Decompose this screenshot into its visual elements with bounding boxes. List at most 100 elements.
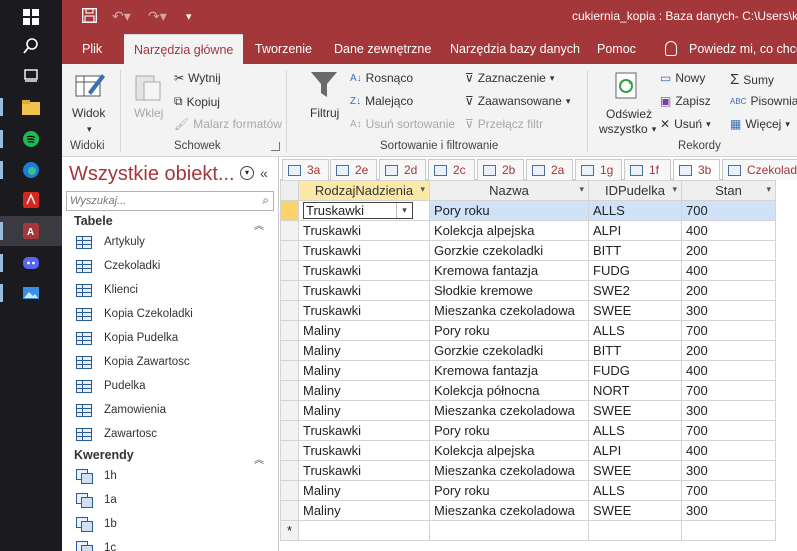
table-row[interactable]: Truskawki Mieszanka czekoladowa SWEE 300 [280, 460, 776, 481]
table-cell[interactable]: Mieszanka czekoladowa [429, 300, 589, 321]
save-icon[interactable] [82, 8, 97, 26]
table-cell[interactable]: Kolekcja północna [429, 380, 589, 401]
new-record-row[interactable]: * [280, 520, 776, 541]
table-cell[interactable] [298, 520, 430, 541]
column-header[interactable]: Nazwa ▾ [429, 180, 589, 201]
redo-icon[interactable]: ↷▾ [148, 8, 167, 25]
table-row[interactable]: Truskawki Gorzkie czekoladki BITT 200 [280, 240, 776, 261]
nav-query-item[interactable]: 1h [76, 465, 117, 487]
table-cell[interactable]: ALLS [588, 420, 682, 441]
table-row[interactable]: Truskawki Mieszanka czekoladowa SWEE 300 [280, 300, 776, 321]
table-cell[interactable]: Maliny [298, 480, 430, 501]
table-row[interactable]: Maliny Gorzkie czekoladki BITT 200 [280, 340, 776, 361]
table-cell[interactable]: Truskawki [298, 260, 430, 281]
file-explorer-icon[interactable] [0, 92, 62, 122]
object-tab[interactable]: 1g [575, 159, 622, 180]
table-cell[interactable]: 400 [681, 440, 776, 461]
table-cell[interactable]: 200 [681, 240, 776, 261]
chevron-down-icon[interactable]: ▾ [396, 203, 412, 219]
table-cell[interactable]: Kremowa fantazja [429, 360, 589, 381]
customize-quick-access-icon[interactable]: ▾ [186, 10, 192, 23]
table-cell[interactable]: ALLS [588, 200, 682, 221]
spelling-button[interactable]: ABC Pisownia [730, 94, 797, 108]
view-button[interactable]: Widok [72, 106, 105, 120]
table-cell[interactable]: 400 [681, 220, 776, 241]
object-tab[interactable]: 1f [624, 159, 671, 180]
chevron-down-icon[interactable]: ▾ [766, 184, 771, 195]
table-cell[interactable]: Pory roku [429, 480, 589, 501]
nav-table-item[interactable]: Klienci [76, 279, 138, 301]
tell-me-search[interactable]: Powiedz mi, co chce [689, 34, 797, 64]
acrobat-icon[interactable] [0, 185, 62, 215]
table-cell[interactable]: 700 [681, 480, 776, 501]
table-cell[interactable]: ALPI [588, 220, 682, 241]
nav-section-tables[interactable]: Tabele [74, 214, 113, 228]
save-record-button[interactable]: ▣ Zapisz [660, 94, 711, 108]
table-row[interactable]: Maliny Mieszanka czekoladowa SWEE 300 [280, 500, 776, 521]
record-selector[interactable] [280, 280, 299, 301]
tab-plik[interactable]: Plik [82, 34, 102, 64]
table-cell[interactable]: Mieszanka czekoladowa [429, 400, 589, 421]
collapse-queries-icon[interactable]: ︽ [254, 451, 264, 466]
table-cell[interactable]: Kolekcja alpejska [429, 220, 589, 241]
table-cell[interactable]: Maliny [298, 400, 430, 421]
table-cell[interactable]: Pory roku [429, 420, 589, 441]
table-cell[interactable]: Maliny [298, 360, 430, 381]
nav-table-item[interactable]: Zamowienia [76, 399, 166, 421]
windows-start-icon[interactable] [0, 2, 62, 32]
record-selector[interactable] [280, 400, 299, 421]
copy-button[interactable]: ⧉ Kopiuj [174, 94, 220, 109]
nav-table-item[interactable]: Pudelka [76, 375, 146, 397]
table-cell[interactable]: 700 [681, 380, 776, 401]
table-row[interactable]: Truskawki ▾ Pory roku ALLS 700 [280, 200, 776, 221]
tab-tworzenie[interactable]: Tworzenie [255, 34, 312, 64]
table-cell[interactable]: BITT [588, 240, 682, 261]
column-header[interactable]: IDPudelka ▾ [588, 180, 682, 201]
object-tab[interactable]: Czekolad [722, 159, 797, 180]
nav-search-input[interactable] [67, 192, 253, 210]
edge-icon[interactable] [0, 155, 62, 185]
record-selector[interactable] [280, 320, 299, 341]
table-cell[interactable]: Maliny [298, 320, 430, 341]
table-cell[interactable]: NORT [588, 380, 682, 401]
nav-section-queries[interactable]: Kwerendy [74, 448, 134, 462]
object-tab[interactable]: 2c [428, 159, 475, 180]
record-selector[interactable] [280, 360, 299, 381]
undo-icon[interactable]: ↶▾ [112, 8, 131, 25]
object-tab-active[interactable]: 3b [673, 159, 720, 180]
tab-narzedzia-glowne[interactable]: Narzędzia główne [124, 34, 244, 64]
collapse-tables-icon[interactable]: ︽ [254, 217, 264, 232]
refresh-icon[interactable] [614, 72, 640, 100]
filter-button[interactable]: Filtruj [310, 106, 339, 120]
table-cell[interactable]: 200 [681, 280, 776, 301]
nav-query-item[interactable]: 1a [76, 489, 117, 511]
object-tab[interactable]: 2d [379, 159, 426, 180]
table-cell[interactable]: 700 [681, 200, 776, 221]
column-header[interactable]: RodzajNadzienia ▾ [298, 180, 430, 201]
table-cell[interactable]: Maliny [298, 500, 430, 521]
table-cell[interactable]: Truskawki ▾ [298, 200, 430, 221]
table-cell[interactable]: 300 [681, 460, 776, 481]
more-button[interactable]: ▦ Więcej ▾ [730, 117, 790, 131]
sort-ascending-button[interactable]: A↓ Rosnąco [350, 71, 413, 85]
record-selector[interactable] [280, 340, 299, 361]
record-selector[interactable] [280, 200, 299, 221]
table-row[interactable]: Truskawki Kremowa fantazja FUDG 400 [280, 260, 776, 281]
new-record-marker[interactable]: * [280, 520, 299, 541]
table-row[interactable]: Truskawki Pory roku ALLS 700 [280, 420, 776, 441]
search-icon[interactable] [0, 31, 62, 61]
table-cell[interactable]: Truskawki [298, 460, 430, 481]
table-cell[interactable]: Pory roku [429, 320, 589, 341]
table-row[interactable]: Truskawki Kolekcja alpejska ALPI 400 [280, 440, 776, 461]
table-cell[interactable]: SWEE [588, 460, 682, 481]
nav-table-item[interactable]: Kopia Pudelka [76, 327, 178, 349]
photos-icon[interactable] [0, 278, 62, 308]
table-cell[interactable]: Truskawki [298, 220, 430, 241]
new-record-button[interactable]: ▭ Nowy [660, 71, 705, 85]
table-cell[interactable] [429, 520, 589, 541]
table-cell[interactable]: Truskawki [298, 300, 430, 321]
record-selector[interactable] [280, 240, 299, 261]
table-cell[interactable]: Mieszanka czekoladowa [429, 500, 589, 521]
table-cell[interactable] [588, 520, 682, 541]
table-row[interactable]: Maliny Pory roku ALLS 700 [280, 480, 776, 501]
